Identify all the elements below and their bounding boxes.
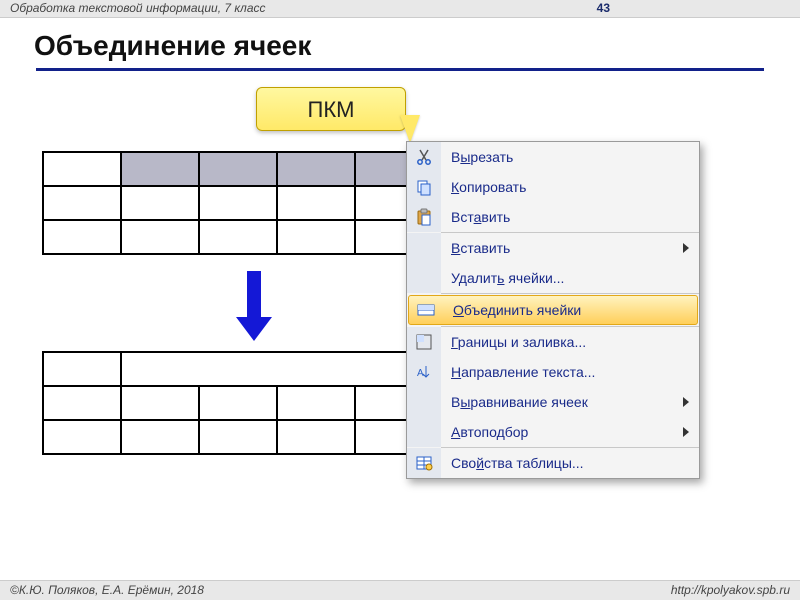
callout-label: ПКМ [308, 97, 355, 122]
table-after [42, 351, 434, 455]
menu-separator [441, 293, 699, 294]
copy-icon [415, 178, 433, 196]
svg-text:A: A [417, 368, 424, 379]
slide-content: ПКМ Вырезать Копировать Вставить [0, 71, 800, 581]
textdir-icon: A [415, 363, 433, 381]
slide-footer: ©К.Ю. Поляков, Е.А. Ерёмин, 2018 http://… [0, 580, 800, 600]
merge-icon [417, 301, 435, 319]
cut-icon [415, 148, 433, 166]
menu-cell-align[interactable]: Выравнивание ячеек [407, 387, 699, 417]
menu-copy[interactable]: Копировать [407, 172, 699, 202]
menu-merge-cells[interactable]: Объединить ячейки [408, 295, 698, 325]
submenu-arrow-icon [683, 397, 689, 407]
props-icon [415, 454, 433, 472]
border-icon [415, 333, 433, 351]
submenu-arrow-icon [683, 243, 689, 253]
paste-icon [415, 208, 433, 226]
slide-header: Обработка текстовой информации, 7 класс … [0, 0, 800, 18]
table-before [42, 151, 434, 255]
page-number: 43 [597, 1, 790, 17]
menu-table-properties[interactable]: Свойства таблицы... [407, 448, 699, 478]
menu-autofit[interactable]: Автоподбор [407, 417, 699, 447]
menu-text-direction[interactable]: A Направление текста... [407, 357, 699, 387]
subject-label: Обработка текстовой информации, 7 класс [10, 1, 266, 17]
callout-tail [400, 115, 420, 143]
context-menu: Вырезать Копировать Вставить Вставить Уд… [406, 141, 700, 479]
callout-rmb: ПКМ [256, 87, 406, 131]
menu-borders-shading[interactable]: Границы и заливка... [407, 327, 699, 357]
authors-label: ©К.Ю. Поляков, Е.А. Ерёмин, 2018 [10, 583, 204, 600]
slide-title: Объединение ячеек [0, 18, 800, 68]
url-label: http://kpolyakov.spb.ru [671, 583, 790, 600]
menu-paste[interactable]: Вставить [407, 202, 699, 232]
submenu-arrow-icon [683, 427, 689, 437]
arrow-down-icon [236, 271, 272, 341]
menu-delete-cells[interactable]: Удалить ячейки... [407, 263, 699, 293]
menu-insert-sub[interactable]: Вставить [407, 233, 699, 263]
menu-cut[interactable]: Вырезать [407, 142, 699, 172]
